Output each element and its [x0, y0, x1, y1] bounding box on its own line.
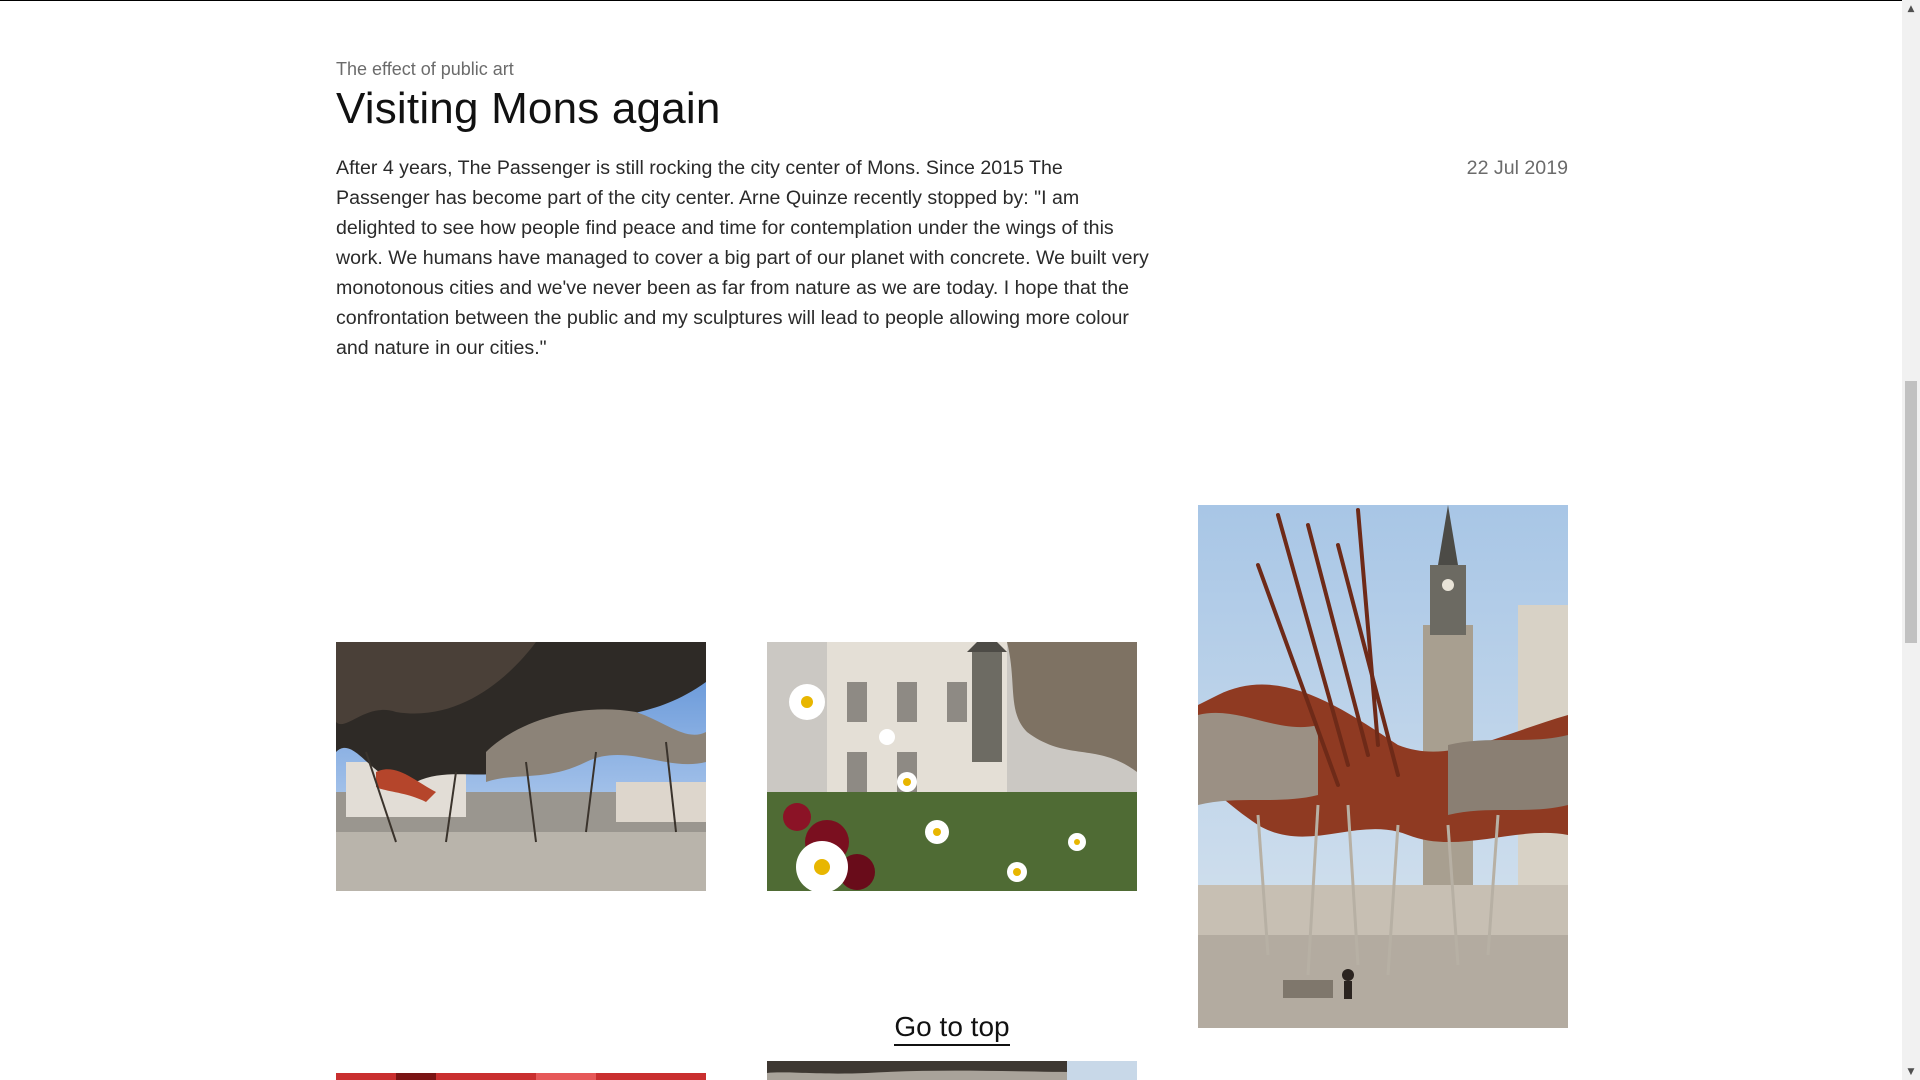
- article-title: Visiting Mons again: [336, 84, 721, 133]
- scrollbar-thumb[interactable]: [1905, 381, 1917, 643]
- go-to-top-wrapper: Go to top: [767, 1011, 1137, 1046]
- chevron-down-icon[interactable]: ▼: [1902, 1063, 1920, 1080]
- go-to-top-link[interactable]: Go to top: [894, 1011, 1010, 1046]
- gallery-image-3[interactable]: [1198, 505, 1568, 1028]
- chevron-up-icon[interactable]: ▲: [1902, 0, 1920, 17]
- scrollbar[interactable]: ▲ ▼: [1902, 0, 1920, 1080]
- article-date: 22 Jul 2019: [1466, 157, 1568, 179]
- article-section: The effect of public art Visiting Mons a…: [336, 0, 1568, 1080]
- gallery-image-1[interactable]: [336, 642, 706, 891]
- gallery-image-5[interactable]: [767, 1061, 1137, 1080]
- gallery-image-4[interactable]: [336, 1073, 706, 1080]
- article-body: After 4 years, The Passenger is still ro…: [336, 157, 1149, 359]
- article-eyebrow: The effect of public art: [336, 59, 514, 79]
- gallery-image-2[interactable]: [767, 642, 1137, 891]
